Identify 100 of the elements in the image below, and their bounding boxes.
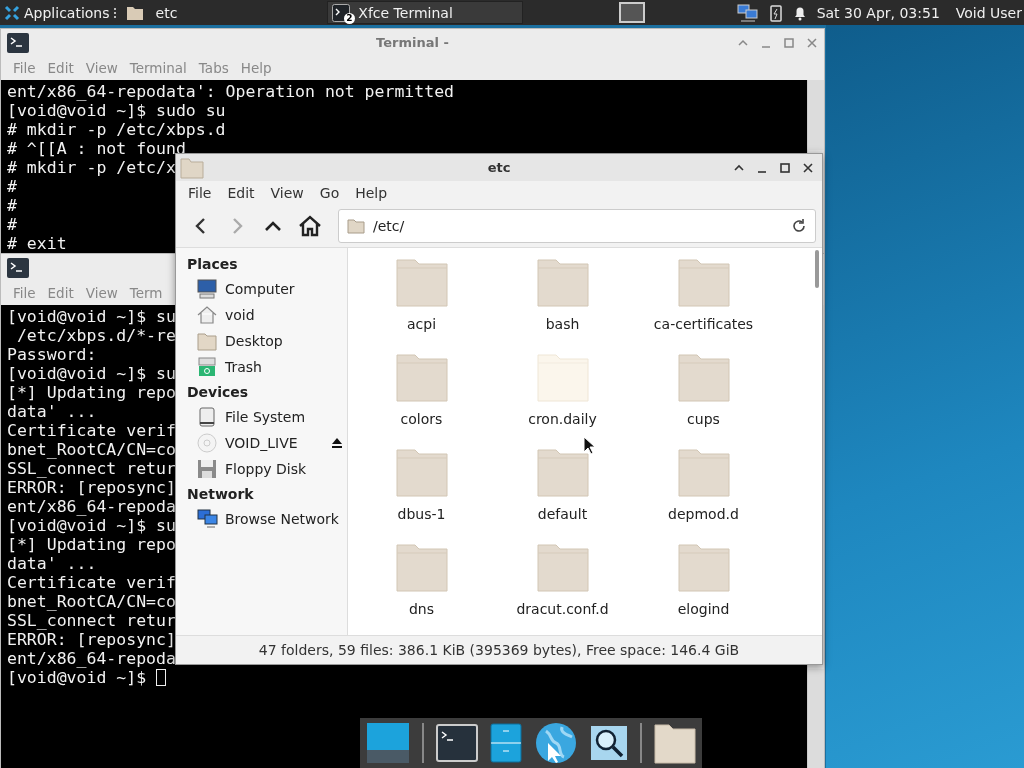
- taskbar-window-button[interactable]: 2 Xfce Terminal: [327, 1, 524, 24]
- terminal-line: data' ...: [7, 402, 97, 421]
- terminal-line: # exit: [7, 234, 67, 253]
- window-title: Terminal -: [376, 35, 449, 50]
- menu-logo-icon: [4, 4, 20, 21]
- network-icon: [197, 509, 219, 529]
- folder-icon[interactable]: [654, 722, 696, 764]
- applications-menu-button[interactable]: Applications: [0, 0, 114, 25]
- terminal-line: #: [7, 215, 17, 234]
- address-field[interactable]: /etc/: [338, 209, 816, 243]
- disc-icon: [197, 433, 219, 453]
- battery-icon[interactable]: [768, 3, 783, 22]
- folder-name[interactable]: acpi: [406, 316, 437, 332]
- terminal-line: #: [7, 177, 17, 196]
- computer-icon: [197, 279, 219, 299]
- terminal-icon[interactable]: [436, 724, 478, 762]
- sidebar-heading: Devices: [187, 383, 250, 402]
- sidebar-item[interactable]: Browse Network: [225, 511, 339, 527]
- menu-item[interactable]: View: [262, 185, 312, 201]
- scrollbar[interactable]: [808, 669, 824, 768]
- search-icon[interactable]: [590, 725, 628, 761]
- reload-icon[interactable]: [791, 218, 807, 234]
- terminal-line: Certificate verif: [7, 573, 176, 592]
- folder-name[interactable]: cron.daily: [528, 411, 597, 427]
- terminal-line: #: [7, 196, 17, 215]
- menu-item[interactable]: File: [180, 185, 220, 201]
- eject-icon[interactable]: [331, 437, 343, 449]
- terminal-line: ent/x86_64-repoda: [7, 497, 176, 516]
- sidebar-item[interactable]: Trash: [225, 359, 262, 375]
- terminal-line: [void@void ~]$: [7, 668, 148, 687]
- terminal-line: ent/x86_64-repodata': Operation not permitted: [7, 82, 455, 101]
- sidebar-item[interactable]: Desktop: [225, 333, 283, 349]
- terminal-line: # mkdir -p /etc/x: [7, 158, 176, 177]
- folder-launcher-button[interactable]: etc: [121, 0, 182, 25]
- clock[interactable]: Sat 30 Apr, 03:51: [816, 4, 940, 21]
- terminal-line: [void@void ~]$ su: [7, 516, 176, 535]
- sidebar-item[interactable]: Floppy Disk: [225, 461, 307, 477]
- terminal-line: [*] Updating repo: [7, 535, 176, 554]
- terminal-icon: [7, 257, 29, 278]
- menu-item[interactable]: Help: [347, 185, 396, 201]
- folder-name[interactable]: elogind: [677, 601, 730, 617]
- folder-name[interactable]: dbus-1: [397, 506, 446, 522]
- window-count-badge: 2: [344, 13, 355, 24]
- folder-name[interactable]: dns: [408, 601, 435, 617]
- globe-icon[interactable]: [534, 721, 578, 765]
- terminal-line: bnet_RootCA/CN=co: [7, 440, 176, 459]
- terminal-icon: [7, 32, 29, 53]
- close-icon[interactable]: [802, 161, 814, 174]
- terminal-line: ERROR: [reposync]: [7, 478, 176, 497]
- user-menu[interactable]: Void User: [955, 4, 1022, 21]
- window-title: etc: [487, 160, 511, 175]
- sidebar-item[interactable]: void: [225, 307, 255, 323]
- scrollbar[interactable]: [815, 250, 819, 288]
- folder-name[interactable]: ca-certificates: [653, 316, 754, 332]
- terminal-line: ent/x86_64-repoda: [7, 649, 176, 668]
- menu-item[interactable]: Go: [311, 185, 348, 201]
- folder-icon: [125, 4, 144, 21]
- mouse-pointer-icon: [583, 436, 597, 456]
- terminal-line: data' ...: [7, 554, 97, 573]
- menu-item[interactable]: Edit: [219, 185, 263, 201]
- folder-name[interactable]: bash: [545, 316, 580, 332]
- show-desktop-icon[interactable]: [366, 722, 410, 764]
- sidebar-item[interactable]: Computer: [225, 281, 295, 297]
- desktop-icon: [197, 331, 219, 351]
- terminal-line: SSL_connect retur: [7, 611, 176, 630]
- workspace-switcher[interactable]: [619, 2, 646, 23]
- sidebar-heading: Places: [187, 255, 239, 274]
- sidebar-heading: Network: [187, 485, 255, 504]
- terminal-line: ERROR: [reposync]: [7, 630, 176, 649]
- file-cabinet-icon[interactable]: [490, 723, 522, 763]
- sidebar-item[interactable]: File System: [225, 409, 306, 425]
- floppy-icon: [197, 459, 219, 479]
- terminal-icon: [332, 3, 351, 22]
- terminal-line: Certificate verif: [7, 421, 176, 440]
- folder-name[interactable]: cups: [687, 411, 720, 427]
- terminal-line: bnet_RootCA/CN=co: [7, 592, 176, 611]
- network-icon[interactable]: [736, 2, 759, 23]
- terminal-line: [void@void ~]$ sudo su: [7, 101, 226, 120]
- maximize-icon[interactable]: [779, 161, 791, 174]
- folder-icon: [180, 156, 204, 179]
- home-icon: [197, 305, 219, 325]
- terminal-line: /etc/xbps.d/*-re: [15, 326, 176, 345]
- terminal-line: # ^[[A : not found: [7, 139, 186, 158]
- home-icon[interactable]: [298, 215, 322, 237]
- panel-separator-icon: [113, 7, 118, 18]
- folder-icon: [347, 218, 365, 234]
- folder-name[interactable]: depmod.d: [668, 506, 739, 522]
- sidebar-item[interactable]: VOID_LIVE: [225, 435, 298, 451]
- terminal-line: # mkdir -p /etc/xbps.d: [7, 120, 226, 139]
- terminal-line: Password:: [7, 345, 97, 364]
- trash-icon: [197, 357, 219, 377]
- folder-name[interactable]: colors: [400, 411, 443, 427]
- scrollbar[interactable]: [808, 80, 824, 150]
- status-text: 47 folders, 59 files: 386.1 KiB (395369 bytes), Free space: 146.4 GiB: [258, 642, 740, 658]
- terminal-line: [void@void ~]$ su: [7, 364, 176, 383]
- terminal-line: [void@void ~]$ su: [7, 307, 176, 326]
- folder-name[interactable]: dracut.conf.d: [516, 601, 609, 617]
- terminal-line: [*] Updating repo: [7, 383, 176, 402]
- folder-name[interactable]: default: [537, 506, 588, 522]
- terminal-line: SSL_connect retur: [7, 459, 176, 478]
